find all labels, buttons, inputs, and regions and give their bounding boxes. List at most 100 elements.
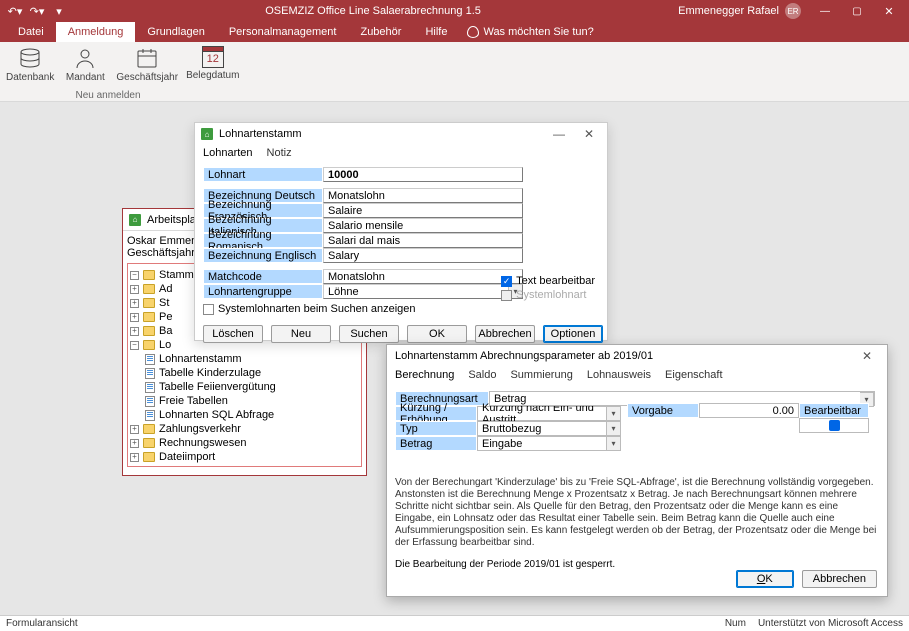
user-avatar: ER <box>785 3 801 19</box>
optionen-button[interactable]: Optionen <box>543 325 603 343</box>
tab-saldo[interactable]: Saldo <box>468 369 496 383</box>
ribbon-belegdatum[interactable]: 12 Belegdatum <box>186 46 239 83</box>
bez-en-label: Bezeichnung Englisch <box>203 248 323 263</box>
tree-stamm[interactable]: Stamm <box>159 268 194 282</box>
tree-node[interactable]: Ba <box>159 324 172 338</box>
neu-button[interactable]: Neu <box>271 325 331 343</box>
chevron-down-icon[interactable]: ▾ <box>607 421 621 436</box>
bearbeitbar-label: Bearbeitbar <box>799 403 869 418</box>
ribbon-datenbank[interactable]: Datenbank <box>6 46 54 83</box>
ribbon-geschaeftsjahr-label: Geschäftsjahr <box>116 72 178 83</box>
syslohnarten-checkbox[interactable] <box>203 304 214 315</box>
tree-dateiimport[interactable]: Dateiimport <box>159 450 215 464</box>
minimize-button[interactable]: — <box>811 2 839 20</box>
ribbon-geschaeftsjahr[interactable]: Geschäftsjahr <box>116 46 178 83</box>
tree-lohnartenstamm[interactable]: Lohnartenstamm <box>159 352 242 366</box>
tree-node-lohn[interactable]: Lo <box>159 338 171 352</box>
close-button[interactable]: ✕ <box>875 2 903 20</box>
loeschen-button[interactable]: Löschen <box>203 325 263 343</box>
title-bar: ↶▾ ↷▾ ▾ OSEMZIZ Office Line Salaerabrech… <box>0 0 909 22</box>
chevron-down-icon[interactable]: ▾ <box>607 406 621 421</box>
tree-sql[interactable]: Lohnarten SQL Abfrage <box>159 408 274 422</box>
ribbon-mandant[interactable]: Mandant <box>62 46 108 83</box>
tree-zahlungsverkehr[interactable]: Zahlungsverkehr <box>159 422 241 436</box>
tree-node[interactable]: Ad <box>159 282 172 296</box>
parameter-titlebar[interactable]: Lohnartenstamm Abrechnungsparameter ab 2… <box>387 345 887 367</box>
tab-lohnausweis[interactable]: Lohnausweis <box>587 369 651 383</box>
group-select[interactable]: Löhne▾ <box>323 284 523 299</box>
menu-tab-zubehoer[interactable]: Zubehör <box>348 22 413 42</box>
betrag-select[interactable]: Eingabe <box>477 436 607 451</box>
calendar-date-icon: 12 <box>202 46 224 68</box>
info-text: Von der Berechungart 'Kinderzulage' bis … <box>395 477 879 549</box>
typ-select[interactable]: Bruttobezug <box>477 421 607 436</box>
ribbon-mandant-label: Mandant <box>66 72 105 83</box>
close-icon[interactable]: ✕ <box>855 349 879 363</box>
tab-summierung[interactable]: Summierung <box>510 369 572 383</box>
suchen-button[interactable]: Suchen <box>339 325 399 343</box>
parameter-dialog: Lohnartenstamm Abrechnungsparameter ab 2… <box>386 344 888 597</box>
bez-de-input[interactable]: Monatslohn <box>323 188 523 203</box>
typ-label: Typ <box>395 421 477 436</box>
menu-tab-anmeldung[interactable]: Anmeldung <box>56 22 136 42</box>
lohnart-label: Lohnart <box>203 167 323 182</box>
tree-node[interactable]: St <box>159 296 169 310</box>
param-abbrechen-button[interactable]: Abbrechen <box>802 570 877 588</box>
close-icon[interactable]: ✕ <box>577 127 601 141</box>
status-left: Formularansicht <box>6 618 78 629</box>
menu-tab-personalmanagement[interactable]: Personalmanagement <box>217 22 349 42</box>
minimize-icon[interactable]: — <box>547 127 571 141</box>
undo-button[interactable]: ↶▾ <box>6 2 24 20</box>
betrag-label: Betrag <box>395 436 477 451</box>
bez-ro-label: Bezeichnung Romanisch <box>203 233 323 248</box>
kuerzung-select[interactable]: Kürzung nach Ein- und Austritt <box>477 406 607 421</box>
vorgabe-label: Vorgabe <box>627 403 699 418</box>
tree-ferien[interactable]: Tabelle Feiienvergütung <box>159 380 276 394</box>
kuerzung-label: Kürzung / Erhöhung <box>395 406 477 421</box>
lohnarten-window: ⌂ Lohnartenstamm — ✕ Lohnarten Notiz Loh… <box>194 122 608 341</box>
redo-button[interactable]: ↷▾ <box>28 2 46 20</box>
chevron-down-icon[interactable]: ▾ <box>607 436 621 451</box>
tab-notiz[interactable]: Notiz <box>267 147 292 161</box>
status-num: Num <box>725 618 746 629</box>
bez-ro-input[interactable]: Salari dal mais <box>323 233 523 248</box>
tell-me-label: Was möchten Sie tun? <box>483 26 593 38</box>
abbrechen-button[interactable]: Abbrechen <box>475 325 535 343</box>
text-bearbeitbar-checkbox[interactable]: ✓ <box>501 276 512 287</box>
tell-me-search[interactable]: Was möchten Sie tun? <box>459 22 601 42</box>
bearbeitbar-checkbox[interactable] <box>799 418 869 433</box>
ribbon-group-title: Neu anmelden <box>8 90 208 101</box>
menu-tab-datei[interactable]: Datei <box>6 22 56 42</box>
ok-button[interactable]: OK <box>407 325 467 343</box>
tree-kinderzulage[interactable]: Tabelle Kinderzulage <box>159 366 261 380</box>
user-info[interactable]: Emmenegger Rafael ER <box>678 3 801 19</box>
matchcode-input[interactable]: Monatslohn <box>323 269 523 284</box>
lohnart-input[interactable]: 10000 <box>323 167 523 182</box>
maximize-button[interactable]: ▢ <box>843 2 871 20</box>
quick-access-toolbar: ↶▾ ↷▾ ▾ <box>6 2 68 20</box>
systemlohnart-checkbox <box>501 290 512 301</box>
lohnarten-tabs: Lohnarten Notiz <box>195 145 607 163</box>
bez-en-input[interactable]: Salary <box>323 248 523 263</box>
tab-eigenschaft[interactable]: Eigenschaft <box>665 369 722 383</box>
bez-it-input[interactable]: Salario mensile <box>323 218 523 233</box>
vorgabe-input[interactable]: 0.00 <box>699 403 799 418</box>
mdi-canvas: ⌂ Arbeitsplatz Oskar Emmene Geschäftsjah… <box>0 102 909 615</box>
param-ok-button[interactable]: OK <box>736 570 794 588</box>
tree-stammdatenlisten[interactable]: Stammdatenlisten <box>159 464 247 467</box>
tab-lohnarten[interactable]: Lohnarten <box>203 147 253 161</box>
tree-node[interactable]: Pe <box>159 310 172 324</box>
parameter-tabs: Berechnung Saldo Summierung Lohnausweis … <box>387 367 887 387</box>
menu-tab-grundlagen[interactable]: Grundlagen <box>135 22 217 42</box>
menu-tab-hilfe[interactable]: Hilfe <box>413 22 459 42</box>
folder-icon <box>143 270 155 280</box>
syslohnarten-label: Systemlohnarten beim Suchen anzeigen <box>218 303 416 315</box>
tree-rechnungswesen[interactable]: Rechnungswesen <box>159 436 246 450</box>
tree-freie-tabellen[interactable]: Freie Tabellen <box>159 394 228 408</box>
bez-fr-input[interactable]: Salaire <box>323 203 523 218</box>
qat-customize[interactable]: ▾ <box>50 2 68 20</box>
locked-text: Die Bearbeitung der Periode 2019/01 ist … <box>395 559 879 570</box>
status-bar: Formularansicht Num Unterstützt von Micr… <box>0 615 909 631</box>
lohnarten-titlebar[interactable]: ⌂ Lohnartenstamm — ✕ <box>195 123 607 145</box>
tab-berechnung[interactable]: Berechnung <box>395 369 454 383</box>
